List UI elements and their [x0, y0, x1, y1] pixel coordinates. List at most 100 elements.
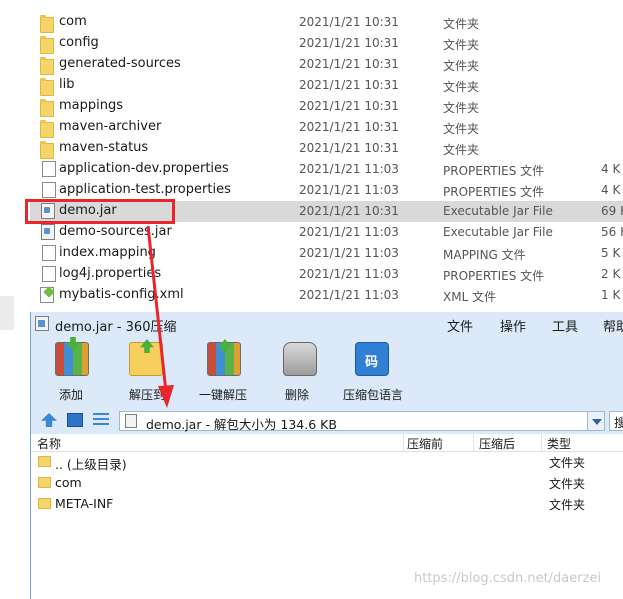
- archive-item-name: META-INF: [55, 496, 114, 511]
- address-dropdown-button[interactable]: [587, 411, 605, 431]
- one-click-extract-icon: [207, 339, 241, 376]
- up-arrow-icon[interactable]: [41, 413, 57, 427]
- file-row-mappings[interactable]: mappings 2021/1/21 10:31 文件夹: [30, 96, 623, 117]
- file-type: 文件夹: [443, 59, 480, 73]
- add-books-icon: [55, 337, 89, 376]
- search-input[interactable]: 搜: [609, 411, 623, 431]
- file-name: mybatis-config.xml: [59, 287, 184, 302]
- file-type: MAPPING 文件: [443, 248, 526, 262]
- file-type: 文件夹: [443, 38, 480, 52]
- file-row-generated-sources[interactable]: generated-sources 2021/1/21 10:31 文件夹: [30, 54, 623, 75]
- list-view-icon[interactable]: [93, 413, 109, 427]
- file-date: 2021/1/21 10:31: [299, 78, 399, 92]
- toolbar: 添加 解压到 一键解压 删除 码 压缩包语言: [31, 336, 623, 408]
- column-name[interactable]: 名称: [37, 435, 61, 452]
- folder-icon: [40, 78, 54, 96]
- document-icon: [42, 245, 56, 261]
- extract-to-label: 解压到: [129, 388, 166, 402]
- file-row-log4j-properties[interactable]: log4j.properties 2021/1/21 11:03 PROPERT…: [30, 264, 623, 285]
- file-name: application-dev.properties: [59, 161, 229, 176]
- file-date: 2021/1/21 10:31: [299, 120, 399, 134]
- file-row-application-dev-properties[interactable]: application-dev.properties 2021/1/21 11:…: [30, 159, 623, 180]
- folder-icon: [40, 57, 54, 75]
- file-name: mappings: [59, 98, 124, 113]
- file-type: 文件夹: [443, 122, 480, 136]
- file-size: 1 K: [601, 288, 621, 302]
- file-type: 文件夹: [443, 101, 480, 115]
- file-name: log4j.properties: [59, 266, 162, 281]
- column-after-size[interactable]: 压缩后: [479, 435, 515, 452]
- archive-language-button[interactable]: 码 压缩包语言: [341, 342, 405, 402]
- file-row-mybatis-config-xml[interactable]: mybatis-config.xml 2021/1/21 11:03 XML 文…: [30, 285, 623, 306]
- one-click-extract-button[interactable]: 一键解压: [199, 339, 251, 402]
- menu-tools[interactable]: 工具: [552, 316, 578, 335]
- file-size: 2 K: [601, 267, 621, 281]
- archive-row-com[interactable]: com 文件夹: [31, 472, 623, 493]
- file-size: 4 K: [601, 162, 621, 176]
- file-name: index.mapping: [59, 245, 156, 260]
- file-type: 文件夹: [443, 17, 480, 31]
- folder-icon: [38, 456, 51, 467]
- file-row-com[interactable]: com 2021/1/21 10:31 文件夹: [30, 12, 623, 33]
- file-row-config[interactable]: config 2021/1/21 10:31 文件夹: [30, 33, 623, 54]
- address-input[interactable]: demo.jar - 解包大小为 134.6 KB V: [119, 411, 605, 432]
- extract-to-icon: [129, 339, 163, 376]
- folder-icon: [40, 120, 54, 138]
- watermark: https://blog.csdn.net/daerzei: [414, 571, 602, 586]
- file-date: 2021/1/21 10:31: [299, 204, 399, 218]
- file-date: 2021/1/21 11:03: [299, 288, 399, 302]
- file-row-lib[interactable]: lib 2021/1/21 10:31 文件夹: [30, 75, 623, 96]
- file-type: 文件夹: [443, 143, 480, 157]
- delete-button[interactable]: 删除: [281, 342, 321, 402]
- file-date: 2021/1/21 11:03: [299, 267, 399, 281]
- file-date: 2021/1/21 10:31: [299, 15, 399, 29]
- file-row-demo-sources-jar[interactable]: demo-sources.jar 2021/1/21 11:03 Executa…: [30, 222, 623, 243]
- jar-icon: [35, 316, 49, 331]
- column-before-size[interactable]: 压缩前: [407, 435, 443, 452]
- file-row-maven-status[interactable]: maven-status 2021/1/21 10:31 文件夹: [30, 138, 623, 159]
- file-size: 69 K: [601, 204, 623, 218]
- column-type[interactable]: 类型: [547, 435, 571, 452]
- file-name: demo-sources.jar: [59, 224, 172, 239]
- add-label: 添加: [59, 388, 84, 402]
- file-type: Executable Jar File: [443, 225, 553, 239]
- file-date: 2021/1/21 10:31: [299, 99, 399, 113]
- file-row-index-mapping[interactable]: index.mapping 2021/1/21 11:03 MAPPING 文件…: [30, 243, 623, 264]
- file-type: 文件夹: [443, 80, 480, 94]
- file-date: 2021/1/21 10:31: [299, 36, 399, 50]
- extract-to-button[interactable]: 解压到: [127, 339, 167, 402]
- file-row-maven-archiver[interactable]: maven-archiver 2021/1/21 10:31 文件夹: [30, 117, 623, 138]
- folder-icon: [40, 99, 54, 117]
- jar-icon: [41, 224, 55, 240]
- document-icon: [42, 266, 56, 282]
- search-placeholder: 搜: [614, 416, 623, 430]
- delete-label: 删除: [285, 388, 310, 402]
- thumbnail-view-icon[interactable]: [67, 413, 83, 427]
- left-gutter: [0, 296, 14, 330]
- file-date: 2021/1/21 11:03: [299, 183, 399, 197]
- archive-row-meta-inf[interactable]: META-INF 文件夹: [31, 493, 623, 514]
- document-icon: [42, 161, 56, 177]
- one-click-extract-label: 一键解压: [199, 388, 248, 402]
- file-date: 2021/1/21 11:03: [299, 225, 399, 239]
- menu-operation[interactable]: 操作: [500, 316, 526, 335]
- add-button[interactable]: 添加: [53, 337, 93, 402]
- file-size: 56 K: [601, 225, 623, 239]
- red-highlight-box: [25, 199, 175, 224]
- file-row-application-test-properties[interactable]: application-test.properties 2021/1/21 11…: [30, 180, 623, 201]
- archive-row-parent[interactable]: .. (上级目录) 文件夹: [31, 451, 623, 472]
- menu-file[interactable]: 文件: [447, 316, 473, 335]
- file-type: PROPERTIES 文件: [443, 164, 545, 178]
- file-name: maven-status: [59, 140, 149, 155]
- menu-help[interactable]: 帮助: [603, 316, 623, 335]
- folder-icon: [38, 498, 51, 509]
- archive-item-type: 文件夹: [549, 498, 586, 512]
- folder-icon: [38, 477, 51, 488]
- file-explorer-list: com 2021/1/21 10:31 文件夹 config 2021/1/21…: [0, 0, 623, 330]
- zip-window: demo.jar - 360压缩 文件 操作 工具 帮助 添加 解压到 一键解压…: [30, 312, 623, 599]
- folder-icon: [40, 36, 54, 54]
- file-name: com: [59, 14, 87, 29]
- title-bar: demo.jar - 360压缩 文件 操作 工具 帮助: [31, 312, 623, 336]
- folder-icon: [40, 15, 54, 33]
- file-name: application-test.properties: [59, 182, 231, 197]
